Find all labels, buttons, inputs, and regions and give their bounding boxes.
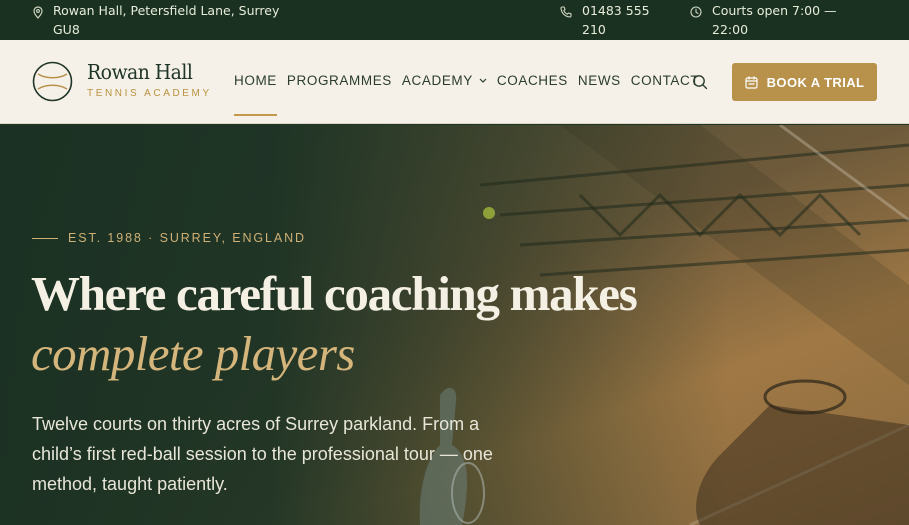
nav-item-coaches[interactable]: COACHES <box>497 73 568 88</box>
nav-item-home[interactable]: HOME <box>234 73 277 116</box>
hero-section: EST. 1988 · SURREY, ENGLAND Where carefu… <box>0 125 909 525</box>
hours-text: Courts open 7:00 — 22:00 <box>712 3 837 37</box>
calendar-icon <box>745 75 758 89</box>
hero-lead-text: Twelve courts on thirty acres of Surrey … <box>32 414 493 494</box>
nav-item-contact[interactable]: CONTACT <box>631 73 699 88</box>
address-text: Rowan Hall, Petersfield Lane, Surrey GU8 <box>53 3 280 37</box>
hours-info: Courts open 7:00 — 22:00 <box>690 1 860 39</box>
nav-item-programmes[interactable]: PROGRAMMES <box>287 73 392 88</box>
map-pin-icon <box>33 6 43 19</box>
phone-text[interactable]: 01483 555 210 <box>582 1 670 39</box>
main-nav: HOME PROGRAMMES ACADEMY COACHES NEWS CON… <box>234 73 709 116</box>
site-header: Rowan Hall TENNIS ACADEMY HOME PROGRAMME… <box>0 40 909 124</box>
nav-item-academy[interactable]: ACADEMY <box>402 73 487 88</box>
brand-subtitle: TENNIS ACADEMY <box>87 88 212 99</box>
hero-headline-accent: complete players <box>31 326 355 381</box>
hero-eyebrow: EST. 1988 · SURREY, ENGLAND <box>32 231 306 245</box>
top-info-bar: Rowan Hall, Petersfield Lane, Surrey GU8… <box>0 0 909 40</box>
clock-icon <box>690 6 702 18</box>
tennis-ball-icon[interactable] <box>32 61 73 102</box>
phone-info[interactable]: 01483 555 210 <box>560 1 670 39</box>
phone-icon <box>560 6 572 18</box>
nav-item-academy-label: ACADEMY <box>401 73 473 88</box>
eyebrow-text: EST. 1988 · SURREY, ENGLAND <box>68 231 306 245</box>
address-info: Rowan Hall, Petersfield Lane, Surrey GU8 <box>33 1 293 39</box>
chevron-down-icon <box>479 78 487 83</box>
book-trial-button[interactable]: BOOK A TRIAL <box>732 63 877 101</box>
book-trial-label: BOOK A TRIAL <box>766 74 865 90</box>
brand-name[interactable]: Rowan Hall <box>87 60 193 84</box>
search-icon[interactable] <box>692 74 708 90</box>
hero-headline: Where careful coaching makes <box>31 266 638 321</box>
nav-item-news[interactable]: NEWS <box>578 73 621 88</box>
eyebrow-rule <box>32 237 58 239</box>
